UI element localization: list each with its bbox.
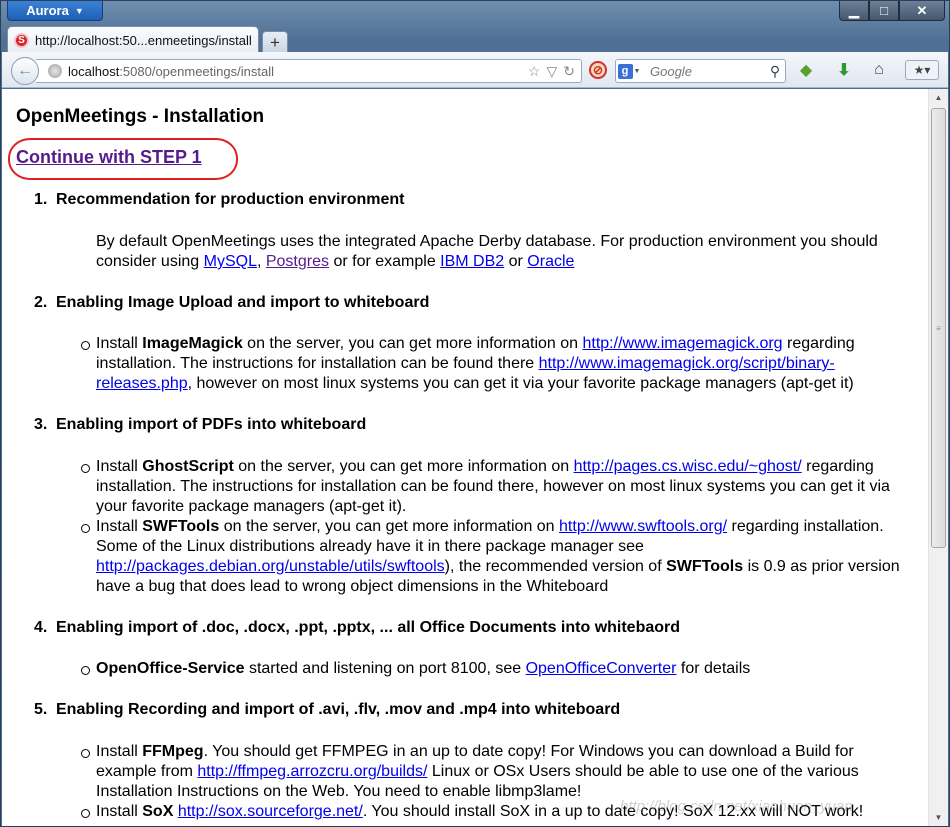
section-5: 5. Enabling Recording and import of .avi,… bbox=[34, 700, 620, 720]
section-number: 2. bbox=[34, 294, 48, 311]
section-2: 2. Enabling Image Upload and import to wh… bbox=[34, 293, 429, 313]
search-input[interactable]: Google bbox=[650, 64, 765, 79]
search-magnifier-icon[interactable]: ⚲ bbox=[765, 63, 785, 80]
tab-install[interactable]: S http://localhost:50...enmeetings/insta… bbox=[7, 26, 259, 53]
back-arrow-icon: ← bbox=[17, 62, 33, 79]
close-button[interactable]: ✕ bbox=[899, 1, 945, 21]
app-menu-button[interactable]: Aurora ▼ bbox=[7, 1, 103, 21]
text: Install bbox=[96, 458, 143, 475]
debian-swftools-link[interactable]: http://packages.debian.org/unstable/util… bbox=[96, 558, 445, 575]
bold-text: SoX bbox=[142, 803, 174, 820]
scrollbar-thumb[interactable]: ≡ bbox=[931, 108, 946, 548]
page-content: OpenMeetings - Installation Continue wit… bbox=[2, 89, 928, 826]
text: on the server, you can get more informat… bbox=[219, 518, 560, 535]
new-tab-button[interactable]: + bbox=[262, 31, 288, 53]
text: on the server, you can get more informat… bbox=[233, 458, 574, 475]
ffmpeg-builds-link[interactable]: http://ffmpeg.arrozcru.org/builds/ bbox=[197, 763, 427, 780]
swftools-link[interactable]: http://www.swftools.org/ bbox=[559, 518, 727, 535]
list-item: Install GhostScript on the server, you c… bbox=[81, 457, 908, 517]
continue-step1-link[interactable]: Continue with STEP 1 bbox=[16, 147, 202, 167]
section-number: 1. bbox=[34, 191, 48, 208]
bold-text: SWFTools bbox=[142, 518, 220, 535]
url-path: :5080/openmeetings/install bbox=[119, 63, 274, 79]
sox-link[interactable]: http://sox.sourceforge.net/ bbox=[178, 803, 363, 820]
bold-text: ImageMagick bbox=[142, 335, 243, 352]
tab-strip: S http://localhost:50...enmeetings/insta… bbox=[7, 25, 288, 53]
adblock-icon[interactable]: ⊘ bbox=[589, 61, 607, 79]
url-host: localhost bbox=[68, 63, 120, 79]
bold-text: SWFTools bbox=[666, 558, 744, 575]
scroll-up-arrow-icon[interactable]: ▲ bbox=[929, 89, 948, 106]
postgres-link[interactable]: Postgres bbox=[266, 253, 329, 270]
openofficeconverter-link[interactable]: OpenOfficeConverter bbox=[526, 660, 677, 677]
site-identity-icon[interactable] bbox=[48, 64, 62, 78]
list-item: Install ImageMagick on the server, you c… bbox=[81, 334, 908, 394]
scroll-down-arrow-icon[interactable]: ▼ bbox=[929, 809, 948, 826]
section-heading: Recommendation for production environmen… bbox=[56, 191, 405, 208]
section-1-paragraph: By default OpenMeetings uses the integra… bbox=[96, 232, 906, 272]
section-heading: Enabling Image Upload and import to whit… bbox=[56, 294, 430, 311]
back-button[interactable]: ← bbox=[11, 57, 39, 85]
section-number: 4. bbox=[34, 619, 48, 636]
text: started and listening on port 8100, see bbox=[244, 660, 526, 677]
text: or bbox=[504, 253, 528, 270]
google-icon: g bbox=[617, 63, 633, 79]
history-dropdown-icon[interactable]: ▽ bbox=[546, 63, 557, 80]
navigation-toolbar: localhost:5080/openmeetings/install ☆ ▽ … bbox=[2, 52, 948, 88]
watermark: http://blog.csdn.net/xiaohuon_yuan bbox=[620, 798, 853, 815]
bold-text: OpenOffice-Service bbox=[96, 660, 245, 677]
bookmarks-menu-icon[interactable]: ★▾ bbox=[905, 60, 939, 80]
download-arrow-icon[interactable]: ⬇ bbox=[833, 60, 855, 80]
tab-title: http://localhost:50...enmeetings/install bbox=[35, 32, 252, 48]
url-bar[interactable]: localhost:5080/openmeetings/install ☆ ▽ … bbox=[36, 59, 582, 83]
text: on the server, you can get more informat… bbox=[242, 335, 583, 352]
section-heading: Enabling import of .doc, .docx, .ppt, .p… bbox=[56, 619, 681, 636]
section-4: 4. Enabling import of .doc, .docx, .ppt, … bbox=[34, 618, 680, 638]
text: Install bbox=[96, 743, 143, 760]
reload-icon[interactable]: ↻ bbox=[563, 63, 575, 80]
bookmark-star-icon[interactable]: ☆ bbox=[528, 63, 541, 80]
text: Install bbox=[96, 335, 143, 352]
maximize-button[interactable]: □ bbox=[869, 1, 899, 21]
minimize-button[interactable]: ▁ bbox=[839, 1, 869, 21]
section-heading: Enabling import of PDFs into whiteboard bbox=[56, 416, 367, 433]
ghostscript-link[interactable]: http://pages.cs.wisc.edu/~ghost/ bbox=[574, 458, 802, 475]
openmeetings-favicon-icon: S bbox=[14, 32, 29, 48]
addon-diamond-icon[interactable]: ◆ bbox=[795, 60, 817, 80]
oracle-link[interactable]: Oracle bbox=[527, 253, 574, 270]
app-menu-label: Aurora bbox=[26, 3, 69, 18]
search-bar[interactable]: g ▼ Google ⚲ bbox=[615, 59, 786, 83]
mysql-link[interactable]: MySQL bbox=[204, 253, 257, 270]
text: Install bbox=[96, 518, 143, 535]
chevron-down-icon: ▼ bbox=[633, 67, 641, 75]
section-number: 5. bbox=[34, 701, 48, 718]
window-controls: ▁ □ ✕ bbox=[839, 1, 945, 21]
title-bar: Aurora ▼ ▁ □ ✕ bbox=[1, 1, 949, 25]
list-item: OpenOffice-Service started and listening… bbox=[81, 659, 908, 679]
vertical-scrollbar[interactable]: ▲ ≡ ▼ bbox=[928, 89, 948, 826]
text: , bbox=[256, 253, 266, 270]
chevron-down-icon: ▼ bbox=[74, 5, 84, 16]
page-title: OpenMeetings - Installation bbox=[16, 106, 265, 127]
ibm-db2-link[interactable]: IBM DB2 bbox=[440, 253, 504, 270]
section-heading: Enabling Recording and import of .avi, .… bbox=[56, 701, 621, 718]
text: , however on most linux systems you can … bbox=[187, 375, 854, 392]
text: Install bbox=[96, 803, 143, 820]
home-icon[interactable]: ⌂ bbox=[868, 60, 890, 80]
section-3: 3. Enabling import of PDFs into whiteboar… bbox=[34, 415, 366, 435]
section-1: 1. Recommendation for production environm… bbox=[34, 190, 404, 210]
imagemagick-link[interactable]: http://www.imagemagick.org bbox=[582, 335, 782, 352]
text: for details bbox=[676, 660, 751, 677]
text: or for example bbox=[329, 253, 441, 270]
browser-window: Aurora ▼ ▁ □ ✕ S http://localhost:50...e… bbox=[0, 0, 950, 827]
bold-text: GhostScript bbox=[142, 458, 234, 475]
text: ), the recommended version of bbox=[444, 558, 667, 575]
section-number: 3. bbox=[34, 416, 48, 433]
list-item: Install SWFTools on the server, you can … bbox=[81, 517, 908, 597]
search-engine-selector[interactable]: g ▼ bbox=[616, 60, 642, 82]
bold-text: FFMpeg bbox=[142, 743, 204, 760]
list-item: Install FFMpeg. You should get FFMPEG in… bbox=[81, 742, 908, 802]
